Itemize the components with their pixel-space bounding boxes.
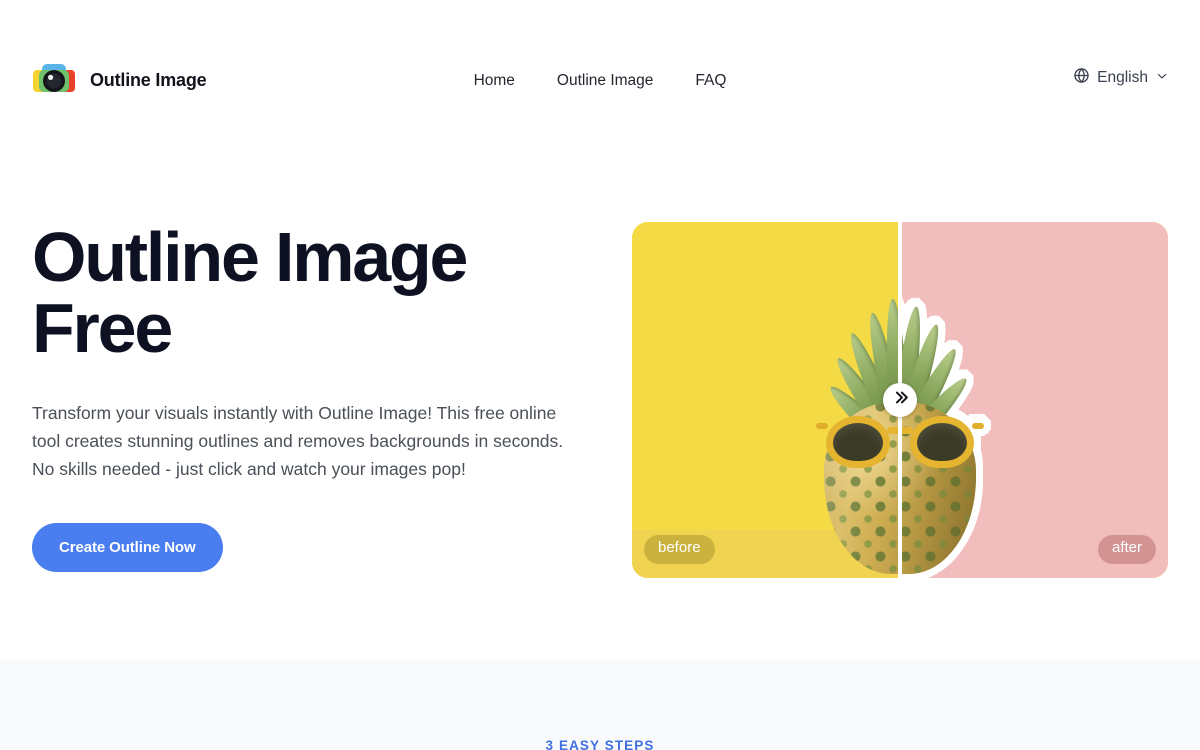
nav-item-outline-image[interactable]: Outline Image <box>551 68 660 94</box>
main-navigation: Home Outline Image FAQ <box>0 68 1200 94</box>
chevron-down-icon <box>1156 69 1168 87</box>
globe-icon <box>1073 67 1090 89</box>
easy-steps-section: 3 EASY STEPS <box>0 660 1200 750</box>
label-after: after <box>1097 535 1156 564</box>
steps-eyebrow: 3 EASY STEPS <box>545 738 655 750</box>
language-label: English <box>1097 69 1148 86</box>
hero-subtitle: Transform your visuals instantly with Ou… <box>32 402 564 479</box>
before-after-compare-slider[interactable]: before after <box>632 222 1168 578</box>
page-title: Outline Image Free <box>32 218 468 368</box>
compare-slider-handle[interactable] <box>883 383 917 417</box>
create-outline-button[interactable]: Create Outline Now <box>32 522 223 572</box>
nav-item-home[interactable]: Home <box>468 68 521 94</box>
language-switcher[interactable]: English <box>1073 67 1168 89</box>
label-before: before <box>644 535 715 564</box>
site-header: Outline Image Home Outline Image FAQ Eng… <box>0 0 1200 160</box>
hero-section: Outline Image Free Transform your visual… <box>0 160 1200 660</box>
nav-item-faq[interactable]: FAQ <box>689 68 732 94</box>
hero-copy: Outline Image Free Transform your visual… <box>32 218 612 572</box>
page-root: Outline Image Home Outline Image FAQ Eng… <box>0 0 1200 750</box>
double-chevron-right-icon <box>892 389 909 411</box>
